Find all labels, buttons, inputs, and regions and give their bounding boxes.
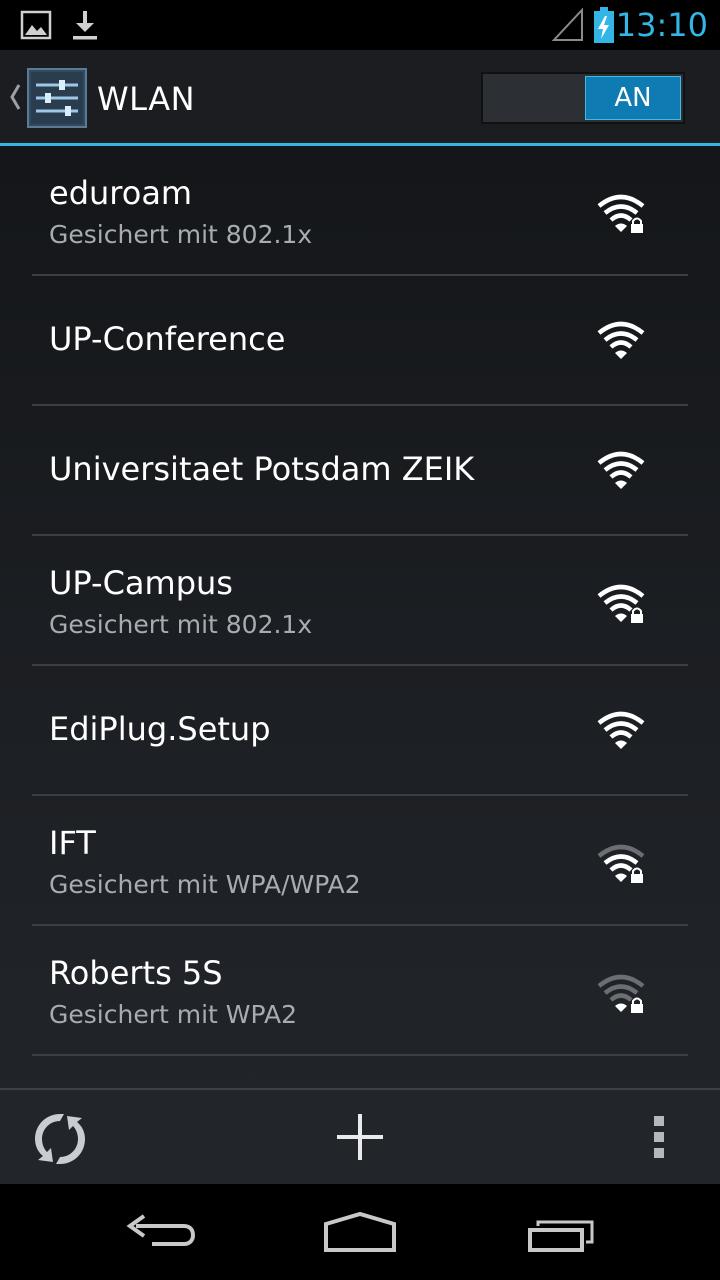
network-ssid: Universitaet Potsdam ZEIK [49,450,475,488]
back-button[interactable] [110,1184,210,1280]
network-item[interactable]: EdiPlug.Setup [0,666,720,796]
network-security: Gesichert mit WPA2 [49,1000,297,1029]
network-item[interactable]: eduroam Gesichert mit 802.1x [0,146,720,276]
network-ssid: eduroam [49,174,193,212]
overflow-menu-button[interactable] [630,1090,690,1186]
network-ssid: UP-Campus [49,564,233,602]
wifi-signal-locked-icon [597,844,645,883]
home-button[interactable] [310,1184,410,1280]
wifi-signal-icon [597,321,645,359]
navigation-bar [0,1184,720,1280]
action-bar: WLAN AN [0,50,720,146]
wps-icon [35,1114,85,1164]
network-item[interactable]: UP-Conference [0,276,720,406]
add-network-button[interactable] [320,1090,400,1186]
network-ssid: Roberts 5S [49,954,223,992]
wifi-signal-icon [597,451,645,489]
image-notification-icon [20,10,52,40]
network-security: Gesichert mit WPA/WPA2 [49,870,361,899]
network-ssid: IFT [49,824,96,862]
wifi-toggle-label: AN [585,76,681,120]
wifi-toggle[interactable]: AN [481,72,685,124]
network-ssid: EdiPlug.Setup [49,710,271,748]
network-security: Gesichert mit 802.1x [49,610,313,639]
wifi-signal-locked-icon [597,584,645,623]
battery-charging-icon [594,7,614,43]
network-list: eduroam Gesichert mit 802.1x UP-Conference… [0,146,720,1056]
home-icon [324,1211,396,1252]
network-item[interactable]: Roberts 5S Gesichert mit WPA2 [0,926,720,1056]
wifi-signal-icon [597,711,645,749]
status-bar: 13:10 [0,0,720,50]
settings-app-icon[interactable] [27,68,87,128]
network-security: Gesichert mit 802.1x [49,220,313,249]
network-item[interactable]: UP-Campus Gesichert mit 802.1x [0,536,720,666]
page-title: WLAN [97,80,196,118]
up-caret-icon[interactable] [8,82,22,112]
network-ssid: UP-Conference [49,320,286,358]
network-item[interactable]: Universitaet Potsdam ZEIK [0,406,720,536]
add-network-icon [337,1114,383,1160]
network-item[interactable]: IFT Gesichert mit WPA/WPA2 [0,796,720,926]
wifi-signal-locked-icon [597,974,645,1013]
wifi-settings-screen: 13:10 WLAN AN eduroam Gesichert mit 802.1… [0,0,720,1280]
bottom-toolbar [0,1088,720,1184]
download-notification-icon [73,11,97,40]
recent-apps-icon [528,1220,594,1252]
wps-button[interactable] [20,1090,100,1186]
recent-apps-button[interactable] [510,1184,610,1280]
status-time: 13:10 [615,6,708,44]
wifi-signal-locked-icon [597,194,645,233]
overflow-menu-icon [654,1116,664,1158]
cell-signal-icon [552,8,583,41]
back-icon [126,1214,196,1246]
